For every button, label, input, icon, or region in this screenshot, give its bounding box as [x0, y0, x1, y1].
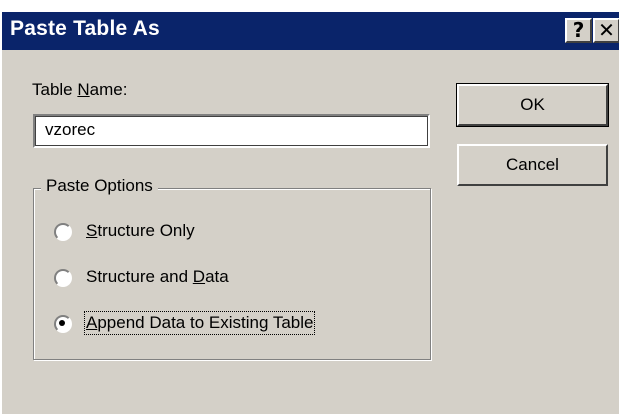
close-icon: ✕ — [598, 18, 615, 42]
structure-only-radio[interactable] — [54, 223, 72, 241]
structure-and-data-label[interactable]: Structure and Data — [86, 267, 229, 287]
window-title: Paste Table As — [10, 17, 160, 40]
cancel-button[interactable]: Cancel — [457, 144, 608, 186]
help-icon: ? — [572, 18, 585, 42]
append-data-label[interactable]: Append Data to Existing Table — [83, 311, 316, 335]
help-button[interactable]: ? — [565, 18, 592, 43]
structure-only-label[interactable]: Structure Only — [86, 221, 195, 241]
paste-options-legend: Paste Options — [41, 176, 158, 196]
close-button[interactable]: ✕ — [593, 18, 619, 43]
structure-and-data-radio[interactable] — [54, 269, 72, 287]
table-name-label: Table Name: — [32, 80, 128, 99]
title-bar[interactable]: Paste Table As ? ✕ — [2, 12, 619, 50]
append-data-radio[interactable] — [54, 315, 72, 333]
radio-selected-dot — [59, 320, 65, 326]
ok-button[interactable]: OK — [456, 83, 609, 127]
paste-table-as-dialog: Paste Table As ? ✕ Table Name: vzorec OK… — [0, 10, 619, 414]
table-name-input[interactable]: vzorec — [33, 114, 430, 148]
